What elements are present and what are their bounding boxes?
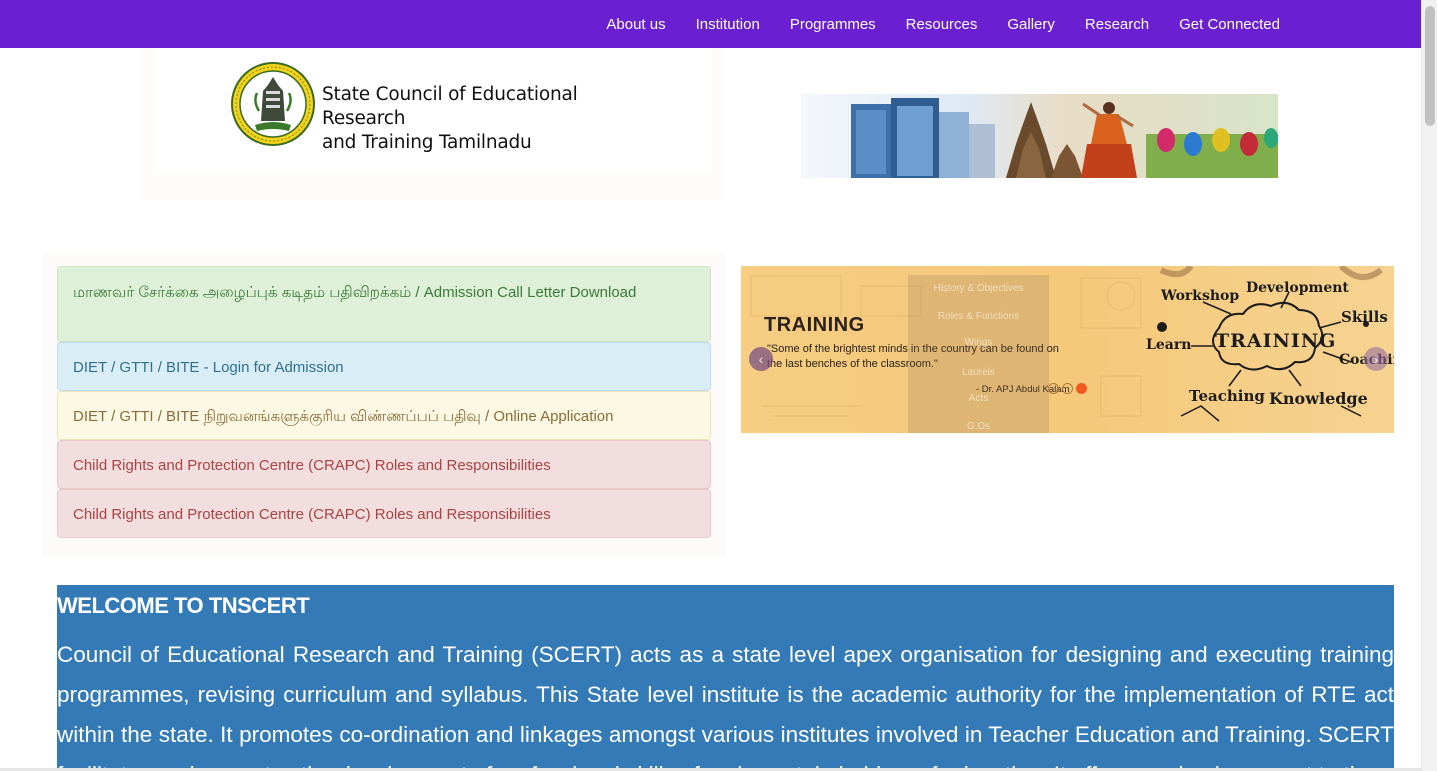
organization-name-line1: State Council of Educational Research — [322, 84, 578, 129]
cloud-word-knowledge: Knowledge — [1269, 389, 1368, 408]
cloud-center-word: TRAINING — [1215, 330, 1337, 352]
organization-name: State Council of Educational Research an… — [322, 83, 662, 155]
overlay-menu-history[interactable]: History & Objectives — [908, 283, 1049, 294]
notice-crapc-roles[interactable]: Child Rights and Protection Centre (CRAP… — [57, 440, 711, 489]
top-navbar: About us Institution Programmes Resource… — [0, 0, 1421, 48]
carousel-prev-button[interactable]: ‹ — [749, 347, 773, 371]
notice-crapc-roles-2[interactable]: Child Rights and Protection Centre (CRAP… — [57, 489, 711, 538]
carousel-dot-1[interactable] — [1048, 383, 1059, 394]
carousel-dot-3[interactable] — [1076, 383, 1087, 394]
cloud-word-workshop: Workshop — [1161, 288, 1240, 304]
nav-item-about-us[interactable]: About us — [606, 16, 665, 33]
overlay-menu-gos[interactable]: G.Os — [908, 421, 1049, 432]
image-carousel[interactable]: TRAINING "Some of the brightest minds in… — [741, 266, 1394, 433]
overlay-dropdown-menu: History & Objectives Roles & Functions W… — [908, 275, 1049, 433]
nav-item-get-connected[interactable]: Get Connected — [1179, 16, 1280, 33]
chevron-right-icon: › — [1373, 351, 1379, 367]
nav-item-research[interactable]: Research — [1085, 16, 1149, 33]
carousel-dot-2[interactable] — [1062, 383, 1073, 394]
overlay-menu-acts[interactable]: Acts — [908, 393, 1049, 404]
welcome-section: WELCOME TO TNSCERT Council of Educationa… — [57, 585, 1394, 771]
overlay-menu-wings[interactable]: Wings — [908, 337, 1049, 348]
cloud-word-teaching: Teaching — [1189, 387, 1265, 405]
vertical-scrollbar[interactable] — [1421, 0, 1437, 771]
cloud-word-skills: Skills — [1341, 308, 1388, 326]
chevron-left-icon: ‹ — [758, 351, 764, 367]
tamilnadu-culture-banner-image — [801, 94, 1278, 178]
nav-menu: About us Institution Programmes Resource… — [576, 0, 1280, 48]
carousel-next-button[interactable]: › — [1364, 347, 1388, 371]
cloud-word-development: Development — [1246, 280, 1349, 296]
page: About us Institution Programmes Resource… — [0, 0, 1437, 771]
overlay-menu-laurels[interactable]: Laurels — [908, 367, 1049, 378]
welcome-heading: WELCOME TO TNSCERT — [57, 593, 310, 618]
slide-title: TRAINING — [764, 314, 865, 336]
nav-item-programmes[interactable]: Programmes — [790, 16, 876, 33]
welcome-body: Council of Educational Research and Trai… — [57, 642, 1394, 771]
cloud-word-learn: Learn — [1146, 337, 1192, 353]
notice-online-application[interactable]: DIET / GTTI / BITE நிறுவனங்களுக்குரிய வி… — [57, 391, 711, 440]
scrollbar-thumb[interactable] — [1425, 6, 1435, 126]
notice-diet-login[interactable]: DIET / GTTI / BITE - Login for Admission — [57, 342, 711, 391]
organization-name-line2: and Training Tamilnadu — [322, 132, 532, 153]
tamilnadu-emblem-icon[interactable] — [231, 61, 315, 147]
nav-item-resources[interactable]: Resources — [906, 16, 978, 33]
nav-item-gallery[interactable]: Gallery — [1007, 16, 1055, 33]
overlay-menu-roles[interactable]: Roles & Functions — [908, 311, 1049, 322]
carousel-indicators — [1048, 383, 1087, 394]
nav-item-institution[interactable]: Institution — [696, 16, 760, 33]
notice-admission-call-letter[interactable]: மாணவர் சேர்க்கை அழைப்புக் கடிதம் பதிவிறக… — [57, 266, 711, 342]
